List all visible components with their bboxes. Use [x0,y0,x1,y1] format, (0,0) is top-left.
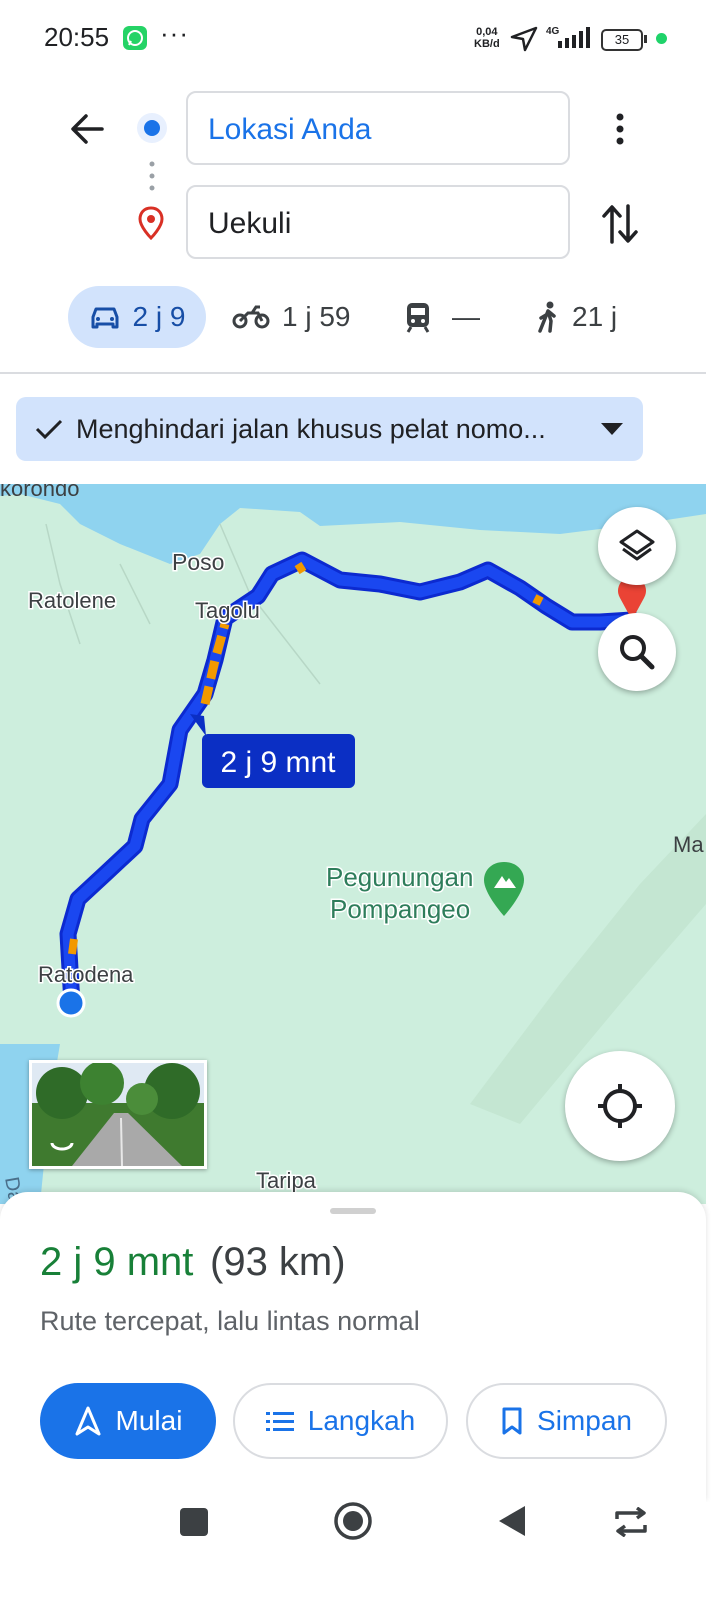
trip-duration: 2 j 9 mnt [40,1240,194,1284]
street-view-thumbnail[interactable] [29,1060,207,1169]
layers-button[interactable] [598,507,676,585]
back-nav-button[interactable] [497,1504,527,1543]
origin-field[interactable]: Lokasi Anda [186,91,570,165]
place-label-ratodena: Ratodena [38,962,134,987]
place-label-pegunungan: Pegunungan [326,862,473,892]
sheet-drag-handle[interactable] [330,1208,376,1214]
train-icon [406,303,430,333]
list-icon [265,1412,294,1431]
location-arrow-icon [510,26,538,57]
car-icon [91,307,119,329]
mode-transit-tab[interactable]: — [404,286,480,348]
whatsapp-icon [123,26,147,50]
place-label-korondo: korondo [0,484,80,501]
current-location-dot [56,988,86,1018]
privacy-indicator-dot [656,33,667,44]
recents-button[interactable] [178,1506,210,1543]
mode-car-tab[interactable]: 2 j 9 [68,286,206,348]
search-along-route-button[interactable] [598,613,676,691]
back-button[interactable] [68,110,106,153]
battery-nub [644,35,647,43]
steps-button[interactable]: Langkah [233,1383,448,1459]
dropdown-caret-icon [601,423,623,435]
destination-field[interactable]: Uekuli [186,185,570,259]
mode-walk-tab[interactable]: 21 j [536,286,617,348]
start-button-label: Mulai [115,1405,183,1436]
destination-pin-icon [136,206,166,245]
check-icon [35,419,63,440]
mode-motorbike-time: 1 j 59 [282,301,351,332]
swap-route-icon[interactable] [600,202,640,251]
bookmark-icon [502,1407,522,1435]
save-button-label: Simpan [537,1405,632,1436]
battery-icon: 35 [601,29,643,51]
mode-car-time: 2 j 9 [132,301,186,332]
layers-icon [619,529,655,561]
route-options-label: Menghindari jalan khusus pelat nomo... [76,413,546,444]
more-notifications-icon: ··· [160,18,189,48]
place-label-ratolene: Ratolene [28,588,116,613]
save-button[interactable]: Simpan [466,1383,667,1459]
mode-transit-time: — [452,301,480,332]
my-location-button[interactable] [565,1051,675,1161]
start-button[interactable]: Mulai [40,1383,216,1459]
place-label-ma: Ma [673,832,704,857]
more-options-icon[interactable] [610,110,630,153]
route-options-chip[interactable]: Menghindari jalan khusus pelat nomo... [16,397,643,461]
mode-motorbike-tab[interactable]: 1 j 59 [232,286,351,348]
mode-walk-time: 21 j [572,301,618,332]
home-button[interactable] [333,1501,373,1546]
trip-distance: (93 km) [210,1240,346,1284]
walk-icon [538,301,556,333]
motorbike-icon [232,305,270,329]
signal-icon [556,27,592,54]
origin-dot-icon [136,112,168,144]
navigation-arrow-icon [75,1406,101,1436]
place-label-pompangeo: Pompangeo [330,894,470,924]
steps-button-label: Langkah [307,1405,416,1436]
place-label-tagolu: Tagolu [195,598,260,623]
crosshair-icon [598,1084,642,1128]
status-time: 20:55 [44,22,110,52]
net-speed: 0,04 KB/d [474,26,500,50]
header-divider [0,372,706,374]
route-description: Rute tercepat, lalu lintas normal [40,1306,420,1336]
screen-switch-button[interactable] [613,1506,649,1542]
place-label-poso: Poso [172,549,224,575]
route-time-label: 2 j 9 mnt [220,746,336,779]
search-icon [620,635,655,670]
route-connector [147,160,157,197]
place-label-taripa: Taripa [256,1168,317,1193]
